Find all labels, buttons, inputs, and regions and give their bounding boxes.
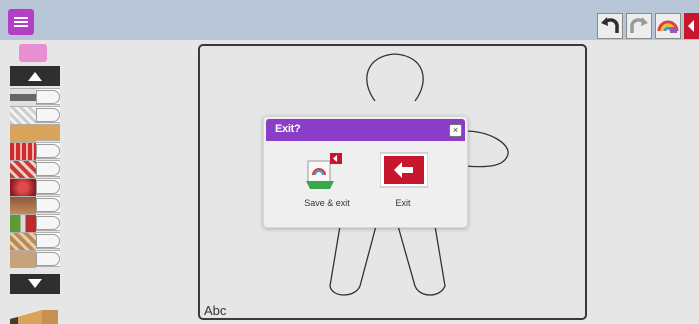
redo-icon	[630, 17, 648, 33]
save-exit-option[interactable]: Save & exit	[291, 151, 363, 213]
top-toolbar	[0, 0, 699, 40]
rainbow-icon	[657, 20, 679, 33]
dialog-header: Exit? ×	[266, 119, 465, 141]
exit-icon	[380, 152, 428, 188]
exit-label: Exit	[395, 198, 411, 208]
close-button[interactable]: ×	[449, 124, 462, 137]
up-arrow-icon	[28, 72, 42, 81]
menu-button[interactable]	[8, 9, 34, 35]
undo-button[interactable]	[597, 13, 623, 39]
save-exit-icon	[306, 153, 342, 189]
redo-button[interactable]	[626, 13, 652, 39]
brush-holly[interactable]	[10, 214, 60, 232]
brush-candy[interactable]	[10, 160, 60, 178]
brush-brown[interactable]	[10, 196, 60, 214]
brush-dark-grey[interactable]	[10, 88, 60, 106]
exit-button[interactable]	[684, 13, 699, 39]
exit-option[interactable]: Exit	[367, 151, 439, 213]
undo-icon	[601, 17, 619, 33]
color-picker-button[interactable]	[655, 13, 681, 39]
brush-sand[interactable]	[10, 124, 60, 142]
brush-berry[interactable]	[10, 178, 60, 196]
brush-gingerbread[interactable]	[10, 232, 60, 250]
scroll-down-button[interactable]	[10, 274, 60, 294]
brush-checker[interactable]	[10, 106, 60, 124]
scroll-up-button[interactable]	[10, 66, 60, 86]
exit-arrow-icon	[688, 20, 694, 32]
save-exit-label: Save & exit	[304, 198, 350, 208]
brush-extra[interactable]	[10, 250, 60, 268]
exit-dialog: Exit? × Save & exit Exit	[263, 116, 468, 228]
brush-red-pattern[interactable]	[10, 142, 60, 160]
hamburger-menu-icon	[14, 17, 28, 19]
down-arrow-icon	[28, 279, 42, 288]
brush-sidebar	[0, 40, 62, 324]
canvas-text: Abc	[204, 303, 227, 318]
pencil-icon[interactable]	[8, 302, 60, 324]
eraser-icon[interactable]	[19, 44, 47, 62]
dialog-title: Exit?	[275, 123, 301, 135]
